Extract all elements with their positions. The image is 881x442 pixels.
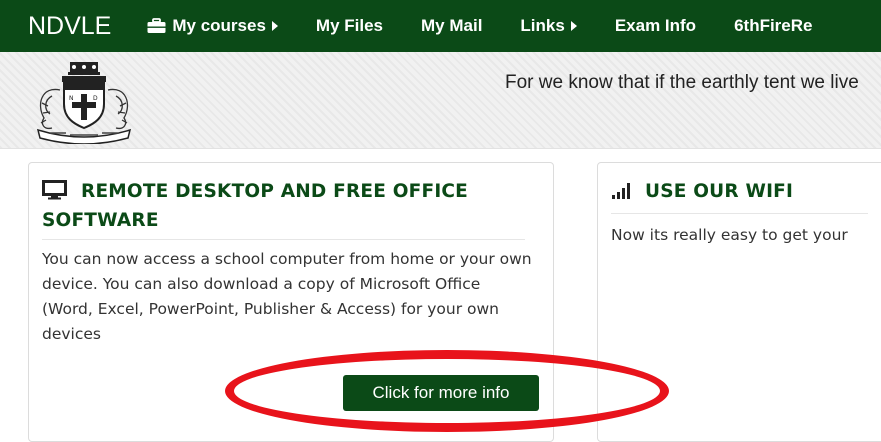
- monitor-icon: [42, 180, 67, 208]
- nav-my-mail[interactable]: My Mail: [421, 16, 482, 36]
- card-body-text: You can now access a school computer fro…: [42, 250, 532, 343]
- card-divider: [611, 213, 868, 214]
- card-title: USE OUR WIFI: [611, 179, 881, 208]
- briefcase-icon: [147, 18, 166, 34]
- card-body-text: Now its really easy to get your: [611, 226, 848, 244]
- caret-right-icon: [570, 21, 577, 31]
- nav-exam-info-label: Exam Info: [614, 16, 697, 35]
- card-title: REMOTE DESKTOP AND FREE OFFICE SOFTWARE: [42, 179, 522, 234]
- card-title-text: REMOTE DESKTOP AND FREE OFFICE SOFTWARE: [42, 181, 469, 231]
- nav-links-label: Links: [520, 16, 565, 35]
- remote-desktop-card: REMOTE DESKTOP AND FREE OFFICE SOFTWARE …: [28, 162, 554, 442]
- nav-exam-info[interactable]: Exam Info: [615, 16, 696, 36]
- more-info-button[interactable]: Click for more info: [343, 375, 539, 411]
- nav-my-courses-label: My courses: [172, 16, 266, 35]
- wifi-card: USE OUR WIFI Now its really easy to get …: [597, 162, 881, 442]
- nav-my-courses[interactable]: My courses: [147, 16, 278, 36]
- nav-6thfire-label: 6thFireRe: [734, 16, 813, 35]
- nav-my-files[interactable]: My Files: [316, 16, 383, 36]
- header-banner: N D For we know that if the earthly tent…: [0, 52, 881, 149]
- nav-6thfire[interactable]: 6thFireRe: [734, 16, 812, 36]
- caret-right-icon: [271, 21, 278, 31]
- marquee-verse: For we know that if the earthly tent we …: [505, 72, 859, 93]
- svg-text:N: N: [69, 95, 74, 102]
- school-crest-icon: N D: [30, 60, 138, 145]
- card-title-text: USE OUR WIFI: [645, 181, 794, 202]
- nav-my-mail-label: My Mail: [421, 16, 483, 35]
- nav-my-files-label: My Files: [315, 16, 384, 35]
- top-navbar: NDVLE My courses My Files My Mail Links …: [0, 0, 881, 52]
- card-divider: [42, 239, 525, 240]
- brand-link[interactable]: NDVLE: [28, 12, 111, 41]
- signal-icon: [611, 180, 635, 208]
- nav-links[interactable]: Links: [520, 16, 577, 36]
- svg-text:D: D: [93, 95, 98, 102]
